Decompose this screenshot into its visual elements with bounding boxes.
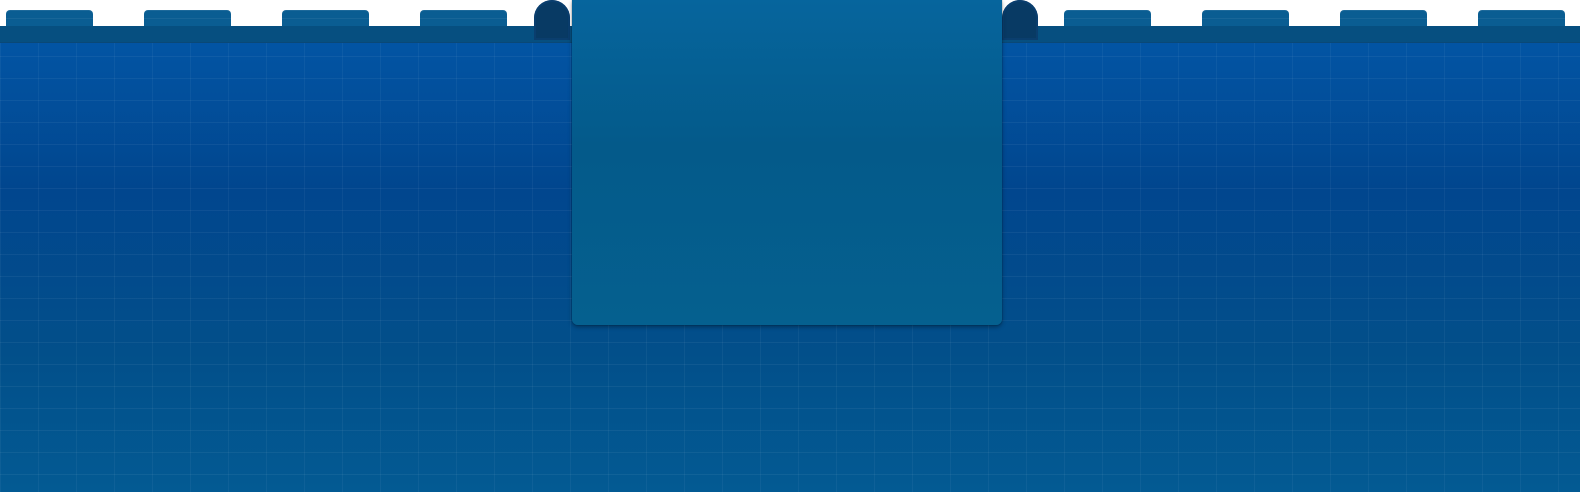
- arch-right-ornament: [1002, 0, 1038, 40]
- arch-left-ornament: [534, 0, 570, 40]
- central-panel: [572, 0, 1002, 325]
- castle-wall-scene: [0, 0, 1580, 492]
